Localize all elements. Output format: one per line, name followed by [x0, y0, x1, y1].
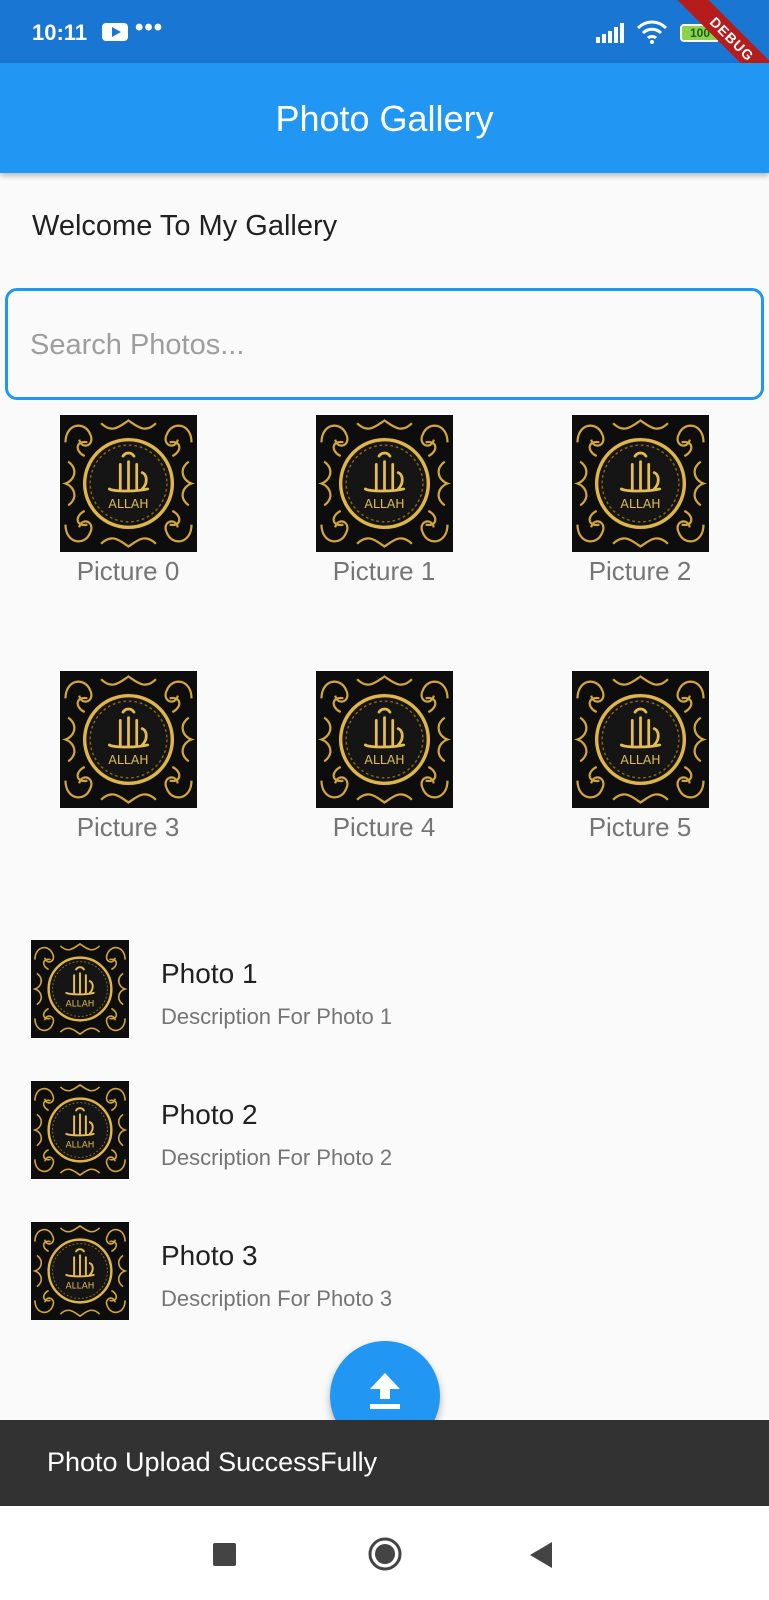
- snackbar: Photo Upload SuccessFully: [0, 1420, 769, 1506]
- status-time: 10:11: [32, 20, 88, 45]
- search-box[interactable]: [5, 288, 764, 400]
- page-title: Photo Gallery: [275, 98, 494, 139]
- photo-thumbnail: [31, 940, 129, 1038]
- list-item-description: Description For Photo 3: [161, 1286, 393, 1311]
- app-bar: Photo Gallery: [0, 63, 769, 173]
- status-bar: 10:11 ••• 100 DEBUG: [0, 0, 769, 100]
- photo-caption: Picture 0: [76, 556, 180, 586]
- photo-thumbnail[interactable]: [572, 415, 709, 552]
- photo-thumbnail: [31, 1222, 129, 1320]
- grid-photo-0[interactable]: Picture 0: [48, 415, 208, 587]
- back-icon[interactable]: [530, 1542, 552, 1568]
- upload-icon: [370, 1373, 400, 1409]
- search-input[interactable]: [28, 319, 732, 371]
- snackbar-message: Photo Upload SuccessFully: [47, 1447, 378, 1477]
- list-item-title: Photo 1: [161, 958, 258, 989]
- photo-caption: Picture 3: [76, 812, 180, 842]
- photo-thumbnail: [31, 1081, 129, 1179]
- photo-caption: Picture 5: [588, 812, 692, 842]
- list-item-description: Description For Photo 2: [161, 1145, 393, 1170]
- list-item-title: Photo 2: [161, 1099, 258, 1130]
- list-item-photo-1[interactable]: Photo 1 Description For Photo 1: [0, 940, 769, 1050]
- wifi-icon: [636, 20, 668, 44]
- photo-thumbnail[interactable]: [572, 671, 709, 808]
- signal-icon: [596, 23, 626, 43]
- youtube-icon: [102, 23, 128, 41]
- grid-photo-2[interactable]: Picture 2: [560, 415, 720, 587]
- list-item-photo-2[interactable]: Photo 2 Description For Photo 2: [0, 1081, 769, 1191]
- welcome-text: Welcome To My Gallery: [32, 210, 338, 242]
- list-item-photo-3[interactable]: Photo 3 Description For Photo 3: [0, 1222, 769, 1332]
- grid-photo-4[interactable]: Picture 4: [304, 671, 464, 843]
- photo-caption: Picture 4: [332, 812, 436, 842]
- list-item-title: Photo 3: [161, 1240, 258, 1271]
- status-more-dots: •••: [135, 14, 164, 41]
- photo-thumbnail[interactable]: [316, 671, 453, 808]
- grid-photo-1[interactable]: Picture 1: [304, 415, 464, 587]
- grid-photo-5[interactable]: Picture 5: [560, 671, 720, 843]
- photo-thumbnail[interactable]: [60, 415, 197, 552]
- grid-photo-3[interactable]: Picture 3: [48, 671, 208, 843]
- photo-caption: Picture 1: [332, 556, 436, 586]
- system-nav-bar: [0, 1506, 769, 1600]
- list-item-description: Description For Photo 1: [161, 1004, 393, 1029]
- photo-thumbnail[interactable]: [316, 415, 453, 552]
- home-icon[interactable]: [367, 1536, 403, 1572]
- recent-apps-icon[interactable]: [213, 1543, 236, 1566]
- photo-caption: Picture 2: [588, 556, 692, 586]
- photo-thumbnail[interactable]: [60, 671, 197, 808]
